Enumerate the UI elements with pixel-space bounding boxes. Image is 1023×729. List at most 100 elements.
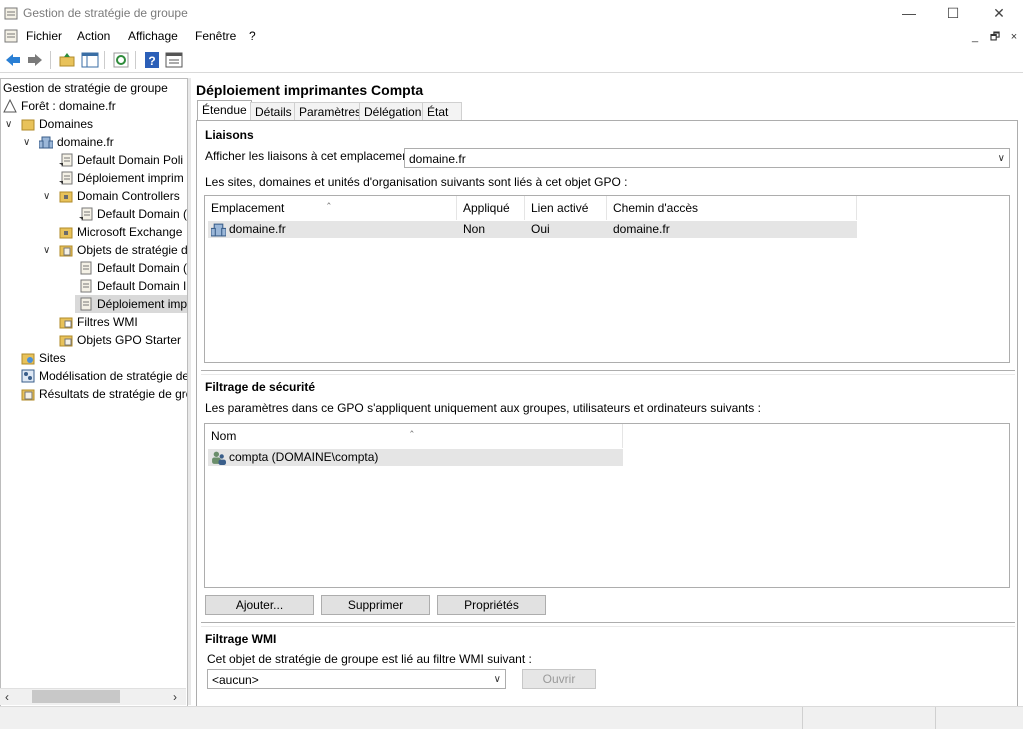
refresh-icon[interactable] bbox=[112, 51, 130, 69]
links-heading: Liaisons bbox=[205, 128, 254, 142]
results-icon bbox=[21, 389, 35, 401]
chevron-down-icon: ∨ bbox=[493, 674, 501, 685]
cell-enabled: Oui bbox=[531, 222, 550, 236]
gpo-link-icon bbox=[59, 171, 73, 185]
security-list[interactable]: Nom ‸ compta (DOMAINE\compta) bbox=[204, 421, 1010, 588]
cell-group-name: compta (DOMAINE\compta) bbox=[229, 450, 379, 464]
cell-applied: Non bbox=[463, 222, 486, 236]
forest-icon bbox=[3, 99, 17, 113]
tree-root[interactable]: Gestion de stratégie de groupe bbox=[3, 79, 168, 97]
remove-button[interactable]: Supprimer bbox=[321, 595, 430, 615]
tree-starter-gpo[interactable]: Objets GPO Starter bbox=[59, 331, 181, 349]
menu-help[interactable]: ? bbox=[249, 29, 256, 43]
cell-path: domaine.fr bbox=[613, 222, 670, 236]
tree-sites[interactable]: Sites bbox=[21, 349, 66, 367]
section-divider[interactable] bbox=[201, 370, 1015, 375]
show-hide-tree-icon[interactable] bbox=[81, 51, 99, 69]
links-list[interactable]: Emplacement ‸ Appliqué Lien activé Chemi… bbox=[204, 193, 1010, 363]
svg-text:?: ? bbox=[148, 54, 155, 68]
tab-delegation[interactable]: Délégation bbox=[359, 102, 427, 121]
col-chemin-acces[interactable]: Chemin d'accès bbox=[607, 196, 857, 220]
mdi-restore-button[interactable]: 🗗 bbox=[986, 29, 1004, 45]
tree-deploiement-link[interactable]: Déploiement imprim bbox=[59, 169, 184, 187]
window-title: Gestion de stratégie de groupe bbox=[23, 6, 188, 20]
scrollbar-thumb[interactable] bbox=[32, 690, 120, 703]
properties-button[interactable]: Propriétés bbox=[437, 595, 546, 615]
chevron-down-icon[interactable]: ∨ bbox=[23, 137, 33, 148]
menu-action[interactable]: Action bbox=[77, 29, 110, 43]
tree-modeling[interactable]: Modélisation de stratégie de bbox=[21, 367, 187, 385]
security-description: Les paramètres dans ce GPO s'appliquent … bbox=[205, 401, 761, 415]
tree-default-domain-policy[interactable]: Default Domain Poli bbox=[59, 151, 183, 169]
tab-etendue[interactable]: Étendue bbox=[197, 100, 252, 122]
tab-etat[interactable]: État bbox=[422, 102, 462, 121]
tree-gpo-default1[interactable]: Default Domain ( bbox=[79, 259, 187, 277]
properties-view-icon[interactable] bbox=[165, 51, 183, 69]
chevron-down-icon[interactable]: ∨ bbox=[43, 191, 53, 202]
minimize-button[interactable]: — bbox=[886, 0, 932, 26]
wmi-filter-select[interactable]: <aucun> ∨ bbox=[207, 669, 506, 689]
menu-fenetre[interactable]: Fenêtre bbox=[195, 29, 236, 43]
chevron-down-icon[interactable]: ∨ bbox=[5, 119, 15, 130]
col-emplacement[interactable]: Emplacement bbox=[205, 196, 457, 220]
security-heading: Filtrage de sécurité bbox=[205, 380, 316, 394]
menu-affichage[interactable]: Affichage bbox=[128, 29, 178, 43]
mdi-close-button[interactable]: × bbox=[1005, 29, 1023, 45]
tree-gpo-deploiement-selected[interactable]: Déploiement imp bbox=[75, 295, 187, 313]
ou-folder-icon bbox=[59, 227, 73, 239]
back-arrow-icon[interactable] bbox=[4, 51, 22, 69]
gpo-title: Déploiement imprimantes Compta bbox=[196, 82, 424, 98]
gpo-link-icon bbox=[59, 153, 73, 167]
tab-details[interactable]: Détails bbox=[250, 102, 297, 121]
mdi-minimize-button[interactable]: _ bbox=[966, 29, 984, 45]
tree-domain-controllers[interactable]: Domain Controllers bbox=[59, 187, 180, 205]
modeling-icon bbox=[21, 369, 35, 383]
gpo-folder-icon bbox=[59, 245, 73, 257]
title-bar: Gestion de stratégie de groupe — ☐ ✕ bbox=[0, 0, 1023, 26]
tree-domains[interactable]: Domaines bbox=[21, 115, 93, 133]
gpo-link-icon bbox=[79, 207, 93, 221]
tree-gpo-default2[interactable]: Default Domain I bbox=[79, 277, 186, 295]
tree-gpo-objects[interactable]: Objets de stratégie d bbox=[59, 241, 187, 259]
table-row[interactable]: domaine.fr Non Oui domaine.fr bbox=[208, 221, 857, 238]
section-divider[interactable] bbox=[201, 622, 1015, 627]
show-links-label: Afficher les liaisons à cet emplacement … bbox=[205, 149, 419, 163]
menu-fichier[interactable]: Fichier bbox=[26, 29, 62, 43]
add-button[interactable]: Ajouter... bbox=[205, 595, 314, 615]
up-folder-icon[interactable] bbox=[58, 51, 76, 69]
tree-wmi-filters[interactable]: Filtres WMI bbox=[59, 313, 138, 331]
open-wmi-button[interactable]: Ouvrir bbox=[522, 669, 596, 689]
col-nom[interactable]: Nom bbox=[205, 424, 623, 448]
tree-microsoft-exchange[interactable]: Microsoft Exchange bbox=[59, 223, 182, 241]
col-applique[interactable]: Appliqué bbox=[457, 196, 525, 220]
sites-folder-icon bbox=[21, 353, 35, 365]
toolbar-separator bbox=[104, 51, 105, 69]
maximize-button[interactable]: ☐ bbox=[930, 0, 976, 26]
chevron-down-icon[interactable]: ∨ bbox=[43, 245, 53, 256]
console-tree[interactable]: Gestion de stratégie de groupe Forêt : d… bbox=[0, 78, 188, 707]
domain-icon bbox=[39, 136, 53, 149]
ou-folder-icon bbox=[59, 191, 73, 203]
tree-domain[interactable]: domaine.fr bbox=[39, 133, 114, 151]
toolbar-separator bbox=[135, 51, 136, 69]
tree-forest[interactable]: Forêt : domaine.fr bbox=[3, 97, 116, 115]
tree-dc-default-policy[interactable]: Default Domain ( bbox=[79, 205, 187, 223]
starter-folder-icon bbox=[59, 335, 73, 347]
col-lien-active[interactable]: Lien activé bbox=[525, 196, 607, 220]
wmi-heading: Filtrage WMI bbox=[205, 632, 277, 646]
table-row[interactable]: compta (DOMAINE\compta) bbox=[208, 449, 623, 466]
scroll-right-icon[interactable]: › bbox=[173, 690, 177, 704]
sort-ascending-icon: ‸ bbox=[410, 421, 414, 433]
menu-bar: Fichier Action Affichage Fenêtre ? bbox=[0, 26, 1023, 48]
tree-results[interactable]: Résultats de stratégie de gro bbox=[21, 385, 187, 403]
close-button[interactable]: ✕ bbox=[976, 0, 1022, 26]
help-icon[interactable]: ? bbox=[143, 51, 161, 69]
scroll-left-icon[interactable]: ‹ bbox=[5, 690, 9, 704]
domains-folder-icon bbox=[21, 119, 35, 131]
forward-arrow-icon[interactable] bbox=[26, 51, 44, 69]
cell-location: domaine.fr bbox=[229, 222, 286, 236]
wmi-folder-icon bbox=[59, 317, 73, 329]
links-location-select[interactable]: domaine.fr ∨ bbox=[404, 148, 1010, 168]
gpo-document-icon bbox=[80, 279, 92, 293]
tab-parametres[interactable]: Paramètres bbox=[294, 102, 367, 121]
